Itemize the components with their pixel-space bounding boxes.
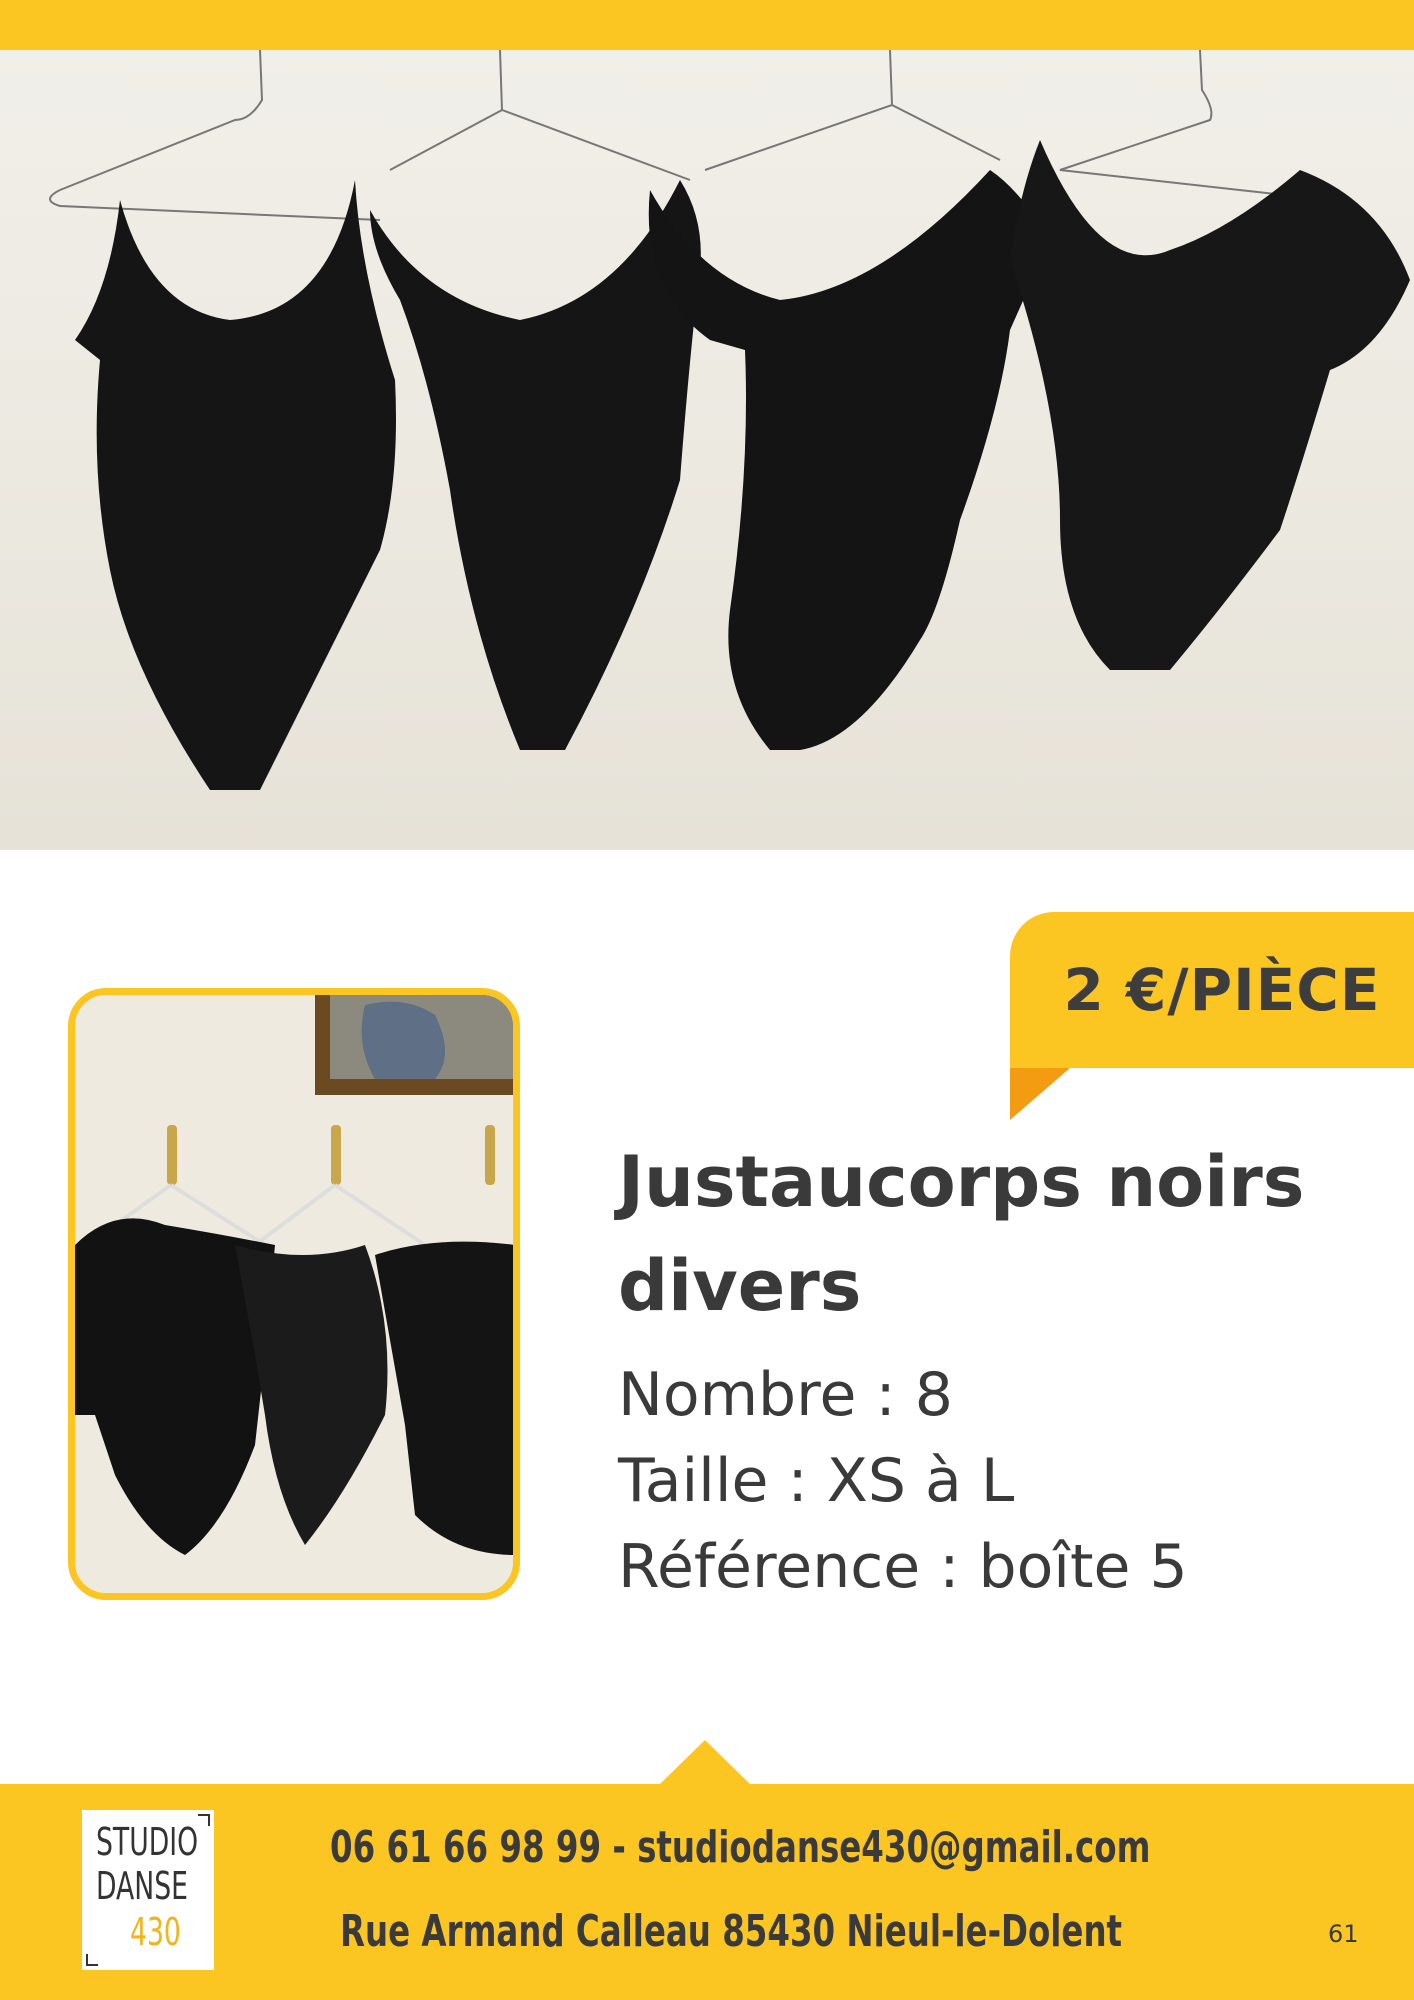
price-tag: 2 €/PIÈCE — [1010, 912, 1414, 1068]
contact-line: 06 61 66 98 99 - studiodanse430@gmail.co… — [330, 1822, 1151, 1873]
page-number: 61 — [1328, 1920, 1359, 1948]
logo-corner-top-right — [198, 1814, 210, 1826]
top-accent-band — [0, 0, 1414, 50]
thumbnail-photo — [68, 988, 520, 1600]
detail-reference: Référence : boîte 5 — [618, 1532, 1188, 1602]
detail-nombre: Nombre : 8 — [618, 1360, 953, 1430]
price-label: 2 €/PIÈCE — [1063, 956, 1381, 1024]
logo-line3: 430 — [130, 1910, 181, 1954]
logo-line1: STUDIO — [96, 1820, 199, 1864]
address-line: Rue Armand Calleau 85430 Nieul-le-Dolent — [340, 1906, 1123, 1957]
hero-photo — [0, 50, 1414, 850]
studio-logo: STUDIO DANSE 430 — [82, 1810, 214, 1970]
detail-taille: Taille : XS à L — [618, 1446, 1015, 1516]
footer-notch — [660, 1740, 750, 1784]
logo-corner-bottom-left — [86, 1954, 98, 1966]
price-tag-tail — [1010, 1068, 1070, 1120]
product-title-line2: divers — [618, 1245, 862, 1327]
product-title-line1: Justaucorps noirs — [618, 1141, 1305, 1223]
product-title: Justaucorps noirs divers — [618, 1130, 1378, 1338]
logo-line2: DANSE — [96, 1864, 188, 1908]
